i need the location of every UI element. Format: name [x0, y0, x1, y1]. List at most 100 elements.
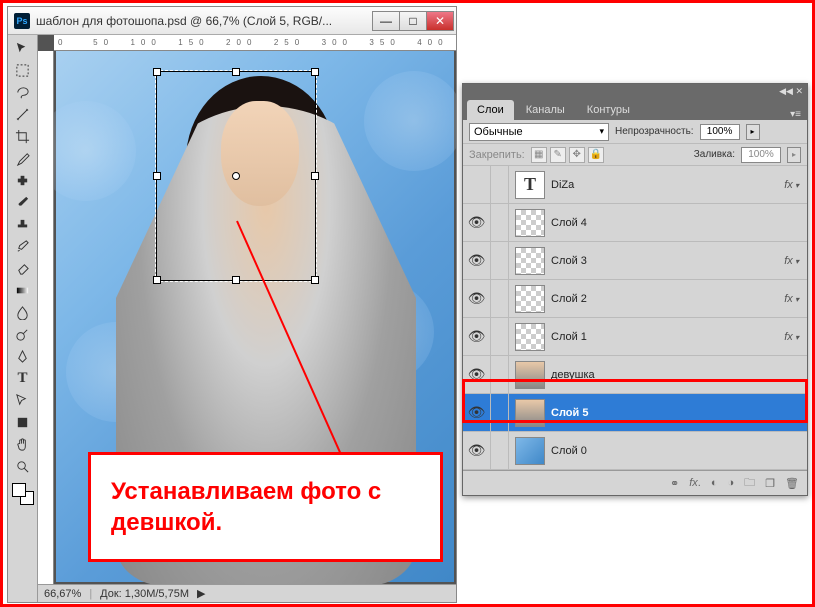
layer-name[interactable]: девушка: [551, 369, 595, 381]
visibility-toggle[interactable]: [463, 166, 491, 203]
fx-indicator[interactable]: fx: [784, 255, 799, 267]
layer-fx-icon[interactable]: fx.: [689, 477, 701, 489]
opacity-value[interactable]: 100%: [700, 124, 740, 140]
ruler-vertical[interactable]: [38, 51, 54, 584]
layer-thumbnail[interactable]: [515, 209, 545, 237]
layer-name[interactable]: Слой 2: [551, 293, 587, 305]
type-tool-icon[interactable]: T: [11, 367, 35, 389]
maximize-button[interactable]: □: [399, 11, 427, 31]
crop-tool-icon[interactable]: [11, 125, 35, 147]
fg-color-swatch[interactable]: [12, 483, 26, 497]
gradient-tool-icon[interactable]: [11, 279, 35, 301]
ruler-horizontal[interactable]: [54, 35, 456, 51]
new-group-icon[interactable]: 🗀: [744, 474, 755, 493]
lock-transparency-icon[interactable]: ▦: [531, 147, 547, 163]
tab-channels[interactable]: Каналы: [516, 100, 575, 120]
path-tool-icon[interactable]: [11, 389, 35, 411]
layer-thumbnail[interactable]: [515, 437, 545, 465]
lock-all-icon[interactable]: 🔒: [588, 147, 604, 163]
lock-pixels-icon[interactable]: ✎: [550, 147, 566, 163]
blend-mode-select[interactable]: Обычные: [469, 123, 609, 141]
layer-name[interactable]: DiZa: [551, 179, 574, 191]
fill-value[interactable]: 100%: [741, 147, 781, 163]
link-col[interactable]: [491, 356, 509, 393]
link-col[interactable]: [491, 242, 509, 279]
layer-name[interactable]: Слой 4: [551, 217, 587, 229]
link-col[interactable]: [491, 318, 509, 355]
marquee-tool-icon[interactable]: [11, 59, 35, 81]
move-tool-icon[interactable]: [11, 37, 35, 59]
stamp-tool-icon[interactable]: [11, 213, 35, 235]
link-col[interactable]: [491, 204, 509, 241]
panel-collapse-bar[interactable]: ◀◀ ✕: [463, 84, 807, 98]
layer-thumbnail[interactable]: [515, 323, 545, 351]
layer-mask-icon[interactable]: ◐: [711, 477, 718, 489]
lock-position-icon[interactable]: ✥: [569, 147, 585, 163]
layer-row[interactable]: 👁 Слой 3 fx: [463, 242, 807, 280]
link-col[interactable]: [491, 394, 509, 431]
adjustment-layer-icon[interactable]: ◑: [728, 477, 735, 489]
blur-tool-icon[interactable]: [11, 301, 35, 323]
panel-menu-icon[interactable]: ▾≡: [790, 109, 801, 120]
layer-thumbnail[interactable]: [515, 247, 545, 275]
layer-row[interactable]: TDiZafx: [463, 166, 807, 204]
minimize-button[interactable]: —: [372, 11, 400, 31]
fill-arrow-icon[interactable]: ▸: [787, 147, 801, 163]
canvas-area[interactable]: Устанавливаем фото с девшкой.: [54, 51, 456, 584]
layer-row[interactable]: 👁 Слой 2 fx: [463, 280, 807, 318]
transform-handle[interactable]: [311, 172, 319, 180]
link-layers-icon[interactable]: ⚭: [670, 477, 679, 490]
layer-thumbnail[interactable]: [515, 285, 545, 313]
transform-bounding-box[interactable]: [156, 71, 316, 281]
visibility-toggle[interactable]: 👁: [463, 394, 491, 431]
transform-center[interactable]: [232, 172, 240, 180]
fx-indicator[interactable]: fx: [784, 293, 799, 305]
shape-tool-icon[interactable]: [11, 411, 35, 433]
visibility-toggle[interactable]: 👁: [463, 280, 491, 317]
layer-row[interactable]: 👁Слой 1fx: [463, 318, 807, 356]
zoom-level[interactable]: 66,67%: [44, 588, 81, 600]
visibility-toggle[interactable]: 👁: [463, 204, 491, 241]
canvas[interactable]: Устанавливаем фото с девшкой.: [56, 51, 454, 582]
transform-handle[interactable]: [153, 68, 161, 76]
history-brush-tool-icon[interactable]: [11, 235, 35, 257]
tab-paths[interactable]: Контуры: [577, 100, 640, 120]
eraser-tool-icon[interactable]: [11, 257, 35, 279]
fx-indicator[interactable]: fx: [784, 331, 799, 343]
wand-tool-icon[interactable]: [11, 103, 35, 125]
link-col[interactable]: [491, 280, 509, 317]
eyedropper-tool-icon[interactable]: [11, 147, 35, 169]
layer-row[interactable]: 👁 Слой 4: [463, 204, 807, 242]
layer-row[interactable]: 👁 Слой 5: [463, 394, 807, 432]
link-col[interactable]: [491, 166, 509, 203]
titlebar[interactable]: Ps шаблон для фотошопа.psd @ 66,7% (Слой…: [8, 7, 456, 35]
new-layer-icon[interactable]: ❐: [765, 477, 775, 490]
layer-name[interactable]: Слой 5: [551, 407, 588, 419]
zoom-tool-icon[interactable]: [11, 455, 35, 477]
layer-thumbnail[interactable]: [515, 399, 545, 427]
visibility-toggle[interactable]: 👁: [463, 432, 491, 469]
brush-tool-icon[interactable]: [11, 191, 35, 213]
visibility-toggle[interactable]: 👁: [463, 318, 491, 355]
layer-name[interactable]: Слой 3: [551, 255, 587, 267]
lasso-tool-icon[interactable]: [11, 81, 35, 103]
transform-handle[interactable]: [311, 276, 319, 284]
fx-indicator[interactable]: fx: [784, 179, 799, 191]
transform-handle[interactable]: [311, 68, 319, 76]
visibility-toggle[interactable]: 👁: [463, 242, 491, 279]
transform-handle[interactable]: [232, 68, 240, 76]
layer-thumbnail[interactable]: [515, 361, 545, 389]
layer-name[interactable]: Слой 0: [551, 445, 587, 457]
opacity-arrow-icon[interactable]: ▸: [746, 124, 760, 140]
layer-row[interactable]: 👁девушка: [463, 356, 807, 394]
tab-layers[interactable]: Слои: [467, 100, 514, 120]
heal-tool-icon[interactable]: [11, 169, 35, 191]
pen-tool-icon[interactable]: [11, 345, 35, 367]
layer-row[interactable]: 👁 Слой 0: [463, 432, 807, 470]
hand-tool-icon[interactable]: [11, 433, 35, 455]
delete-layer-icon[interactable]: 🗑: [785, 477, 799, 490]
color-swatches[interactable]: [12, 483, 34, 505]
transform-handle[interactable]: [153, 276, 161, 284]
dodge-tool-icon[interactable]: [11, 323, 35, 345]
link-col[interactable]: [491, 432, 509, 469]
